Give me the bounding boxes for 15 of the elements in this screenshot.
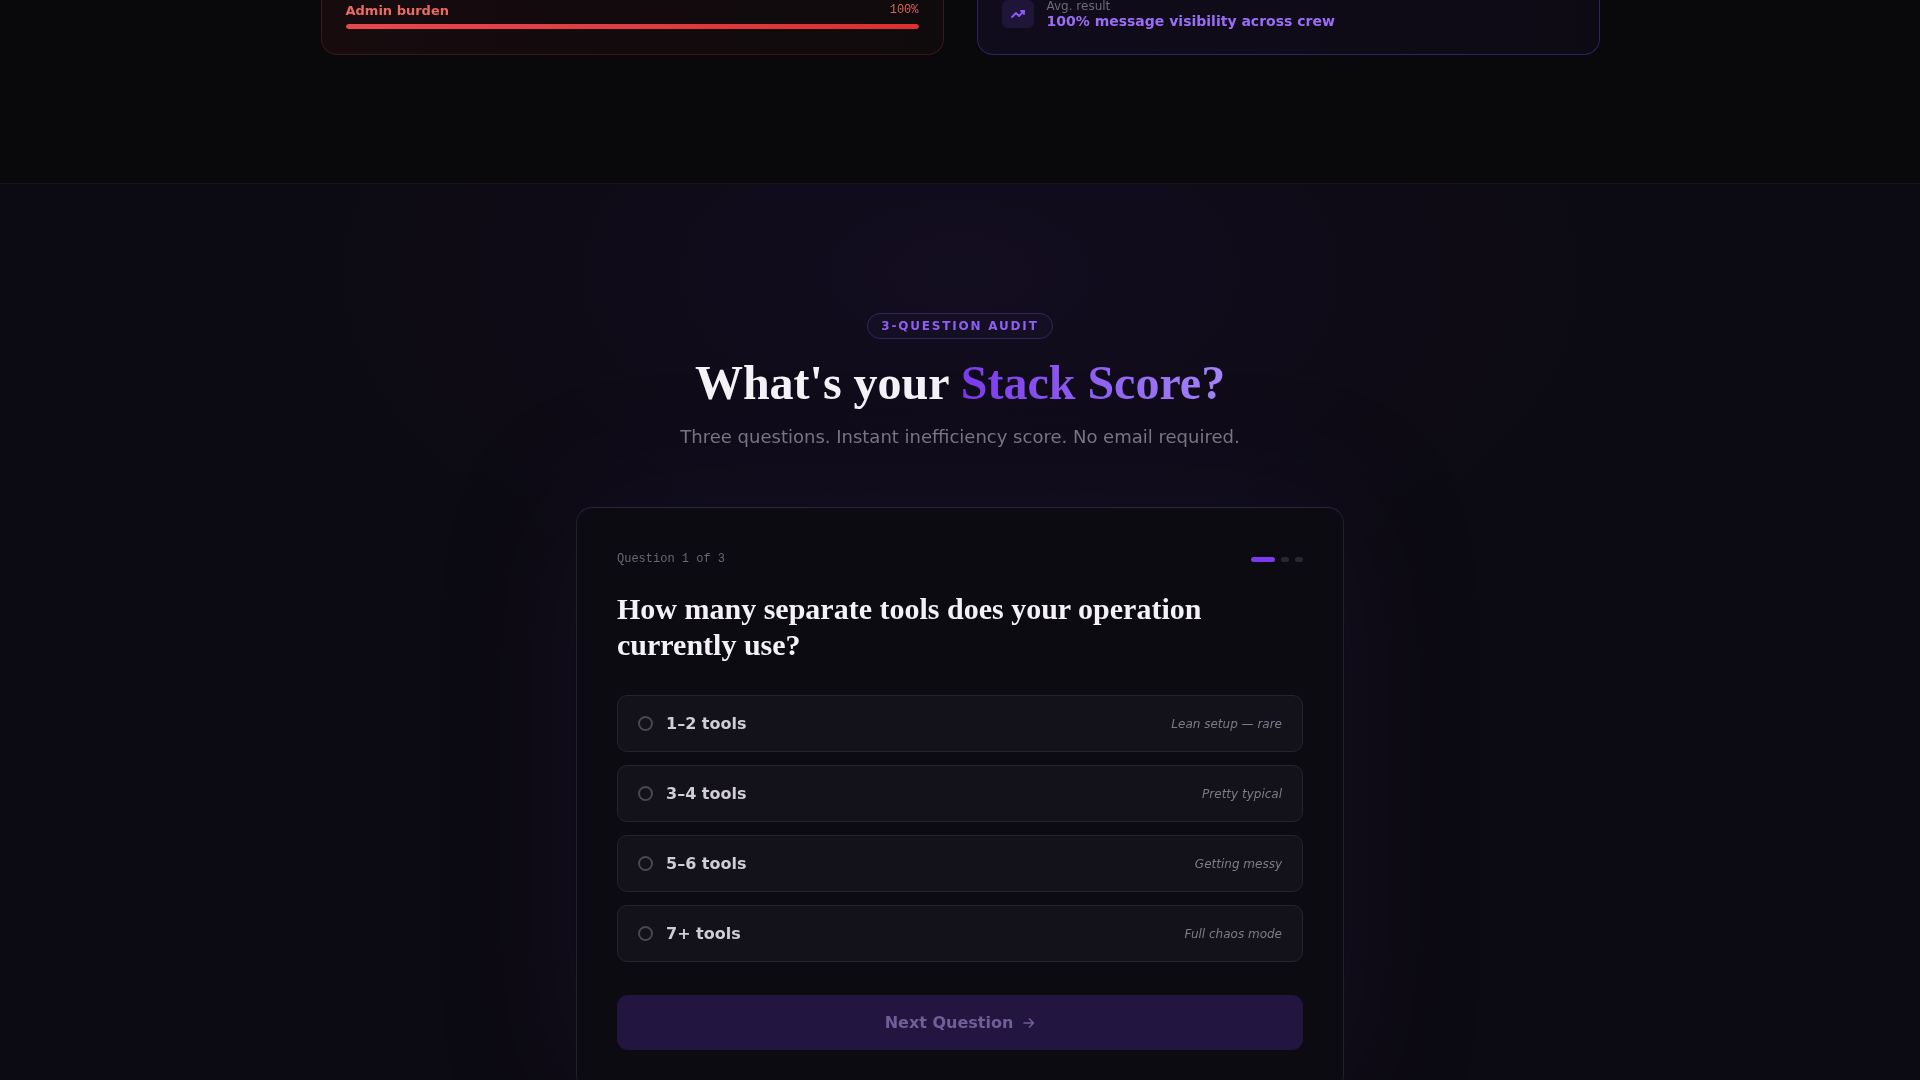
section-subtitle: Three questions. Instant inefficiency score. No email required. [680, 425, 1240, 449]
answer-option[interactable]: 5–6 tools Getting messy [617, 835, 1303, 892]
section-title: What's your Stack Score? [694, 355, 1226, 411]
meter-reading: 100% [889, 3, 919, 17]
arrow-right-icon [1023, 1016, 1036, 1029]
trend-up-icon [1001, 0, 1034, 28]
answer-option[interactable]: 3–4 tools Pretty typical [617, 765, 1303, 822]
result-label: Avg. result [1046, 0, 1112, 12]
progress-label: Question 1 of 3 [617, 552, 726, 566]
answer-option[interactable]: 1–2 tools Lean setup — rare [617, 695, 1303, 752]
meter-label: Admin burden [345, 2, 449, 18]
question-text: How many separate tools does your operation currently use? [617, 591, 1203, 663]
result-value: 100% message visibility across crew [1046, 13, 1335, 30]
answer-option[interactable]: 7+ tools Full chaos mode [617, 905, 1303, 962]
section-badge: 3-QUESTION AUDIT [867, 313, 1053, 339]
